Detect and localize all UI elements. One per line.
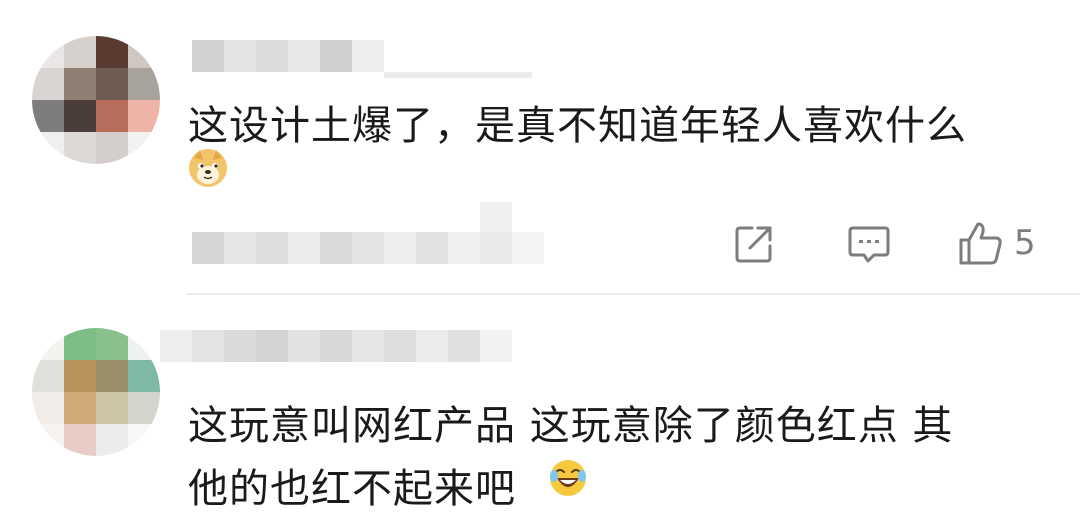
- comment-text-line-1: 这玩意叫网红产品 这玩意除了颜色红点 其: [188, 403, 954, 449]
- comment-text: 这设计土爆了，是真不知道年轻人喜欢什么: [188, 103, 967, 149]
- thumbs-up-icon: [959, 222, 1002, 265]
- comment-text-line-2: 他的也红不起来吧: [188, 466, 516, 512]
- timestamp-top-redacted: [480, 202, 512, 232]
- laugh-cry-icon: [550, 460, 586, 496]
- like-button[interactable]: 5: [958, 220, 1036, 266]
- share-icon: [735, 226, 772, 263]
- like-count: 5: [1014, 223, 1036, 263]
- repost-button[interactable]: [734, 224, 774, 264]
- avatar[interactable]: [32, 36, 160, 164]
- doge-icon: [189, 149, 227, 187]
- comment-list: 这设计土爆了，是真不知道年轻人喜欢什么 5 这玩意叫网红产品 这玩意除了颜色红点…: [0, 0, 1080, 514]
- comment-divider: [186, 293, 1080, 295]
- avatar[interactable]: [32, 328, 160, 456]
- comment-button[interactable]: [848, 226, 890, 264]
- timestamp-redacted: [192, 232, 544, 264]
- username-redacted[interactable]: [192, 40, 384, 72]
- username-underline-redacted: [384, 72, 532, 78]
- comment-icon: [848, 226, 890, 263]
- username-redacted[interactable]: [160, 330, 512, 362]
